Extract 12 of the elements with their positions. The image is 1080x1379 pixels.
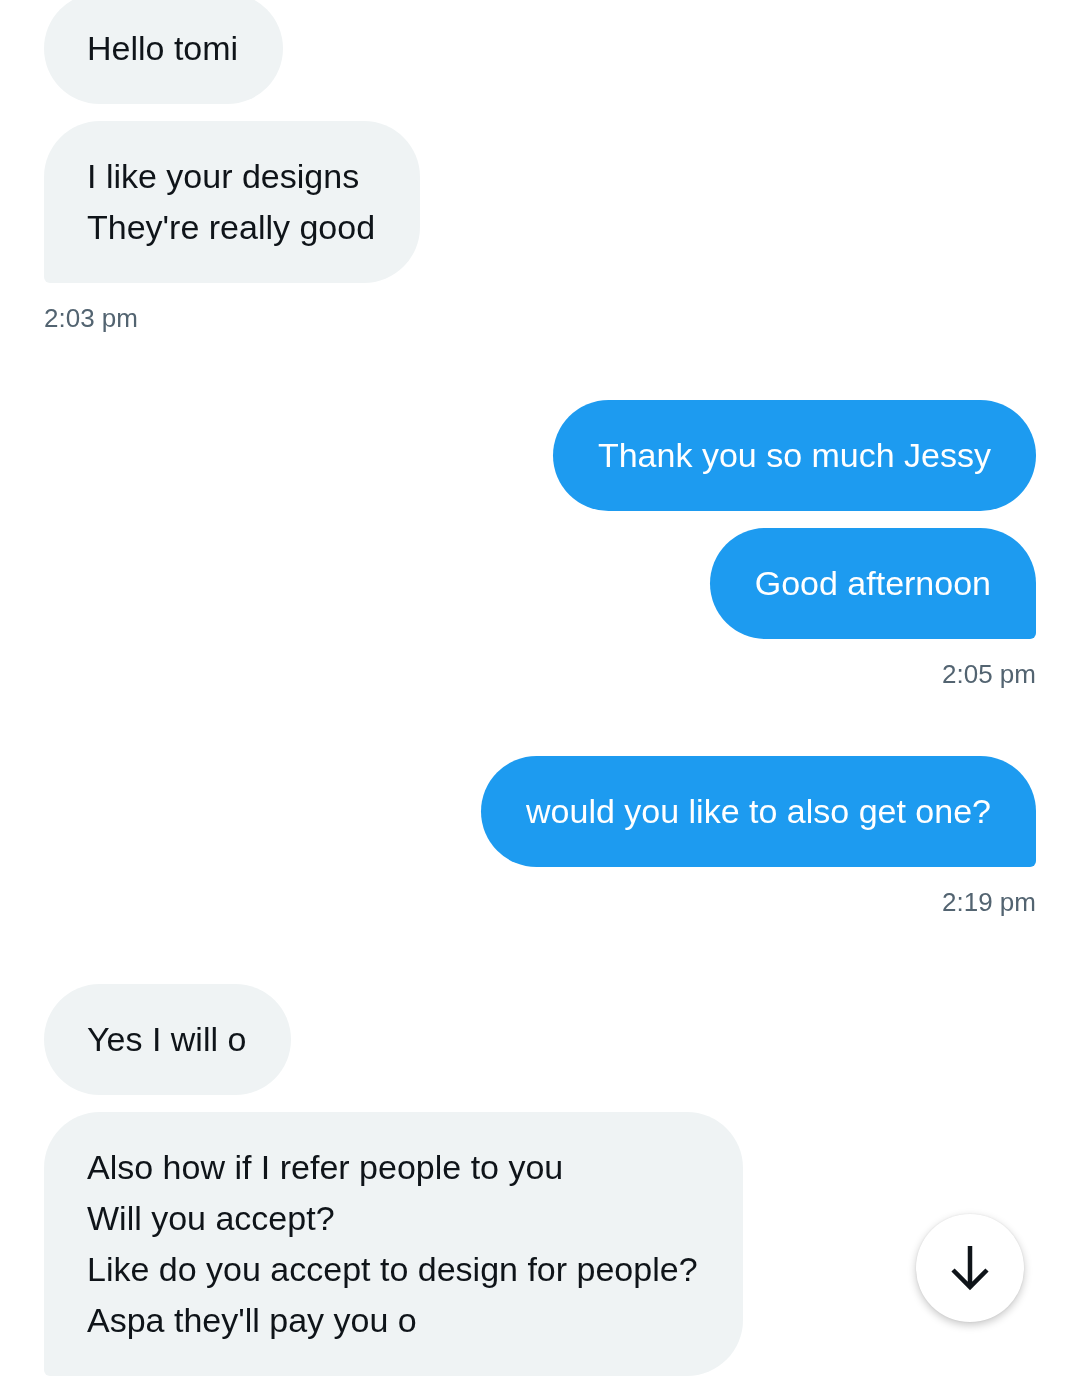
message-bubble: Good afternoon xyxy=(709,528,1036,639)
message-timestamp: 2:19 pm xyxy=(942,886,1036,919)
scroll-down-button[interactable] xyxy=(916,1214,1024,1322)
message-timestamp: 2:03 pm xyxy=(44,302,138,335)
message-bubble: I like your designs They're really good xyxy=(44,121,421,283)
arrow-down-icon xyxy=(950,1245,990,1291)
message-bubble: would you like to also get one? xyxy=(481,756,1036,867)
message-bubble: Yes I will o xyxy=(44,984,292,1095)
message-bubble: Thank you so much Jessy xyxy=(552,400,1036,511)
message-bubble: Hello tomi xyxy=(44,0,284,104)
message-timestamp: 2:05 pm xyxy=(942,658,1036,691)
message-bubble: Also how if I refer people to you Will you accept? Like do you accept to design for people? Aspa they'll pay you o xyxy=(44,1112,743,1376)
